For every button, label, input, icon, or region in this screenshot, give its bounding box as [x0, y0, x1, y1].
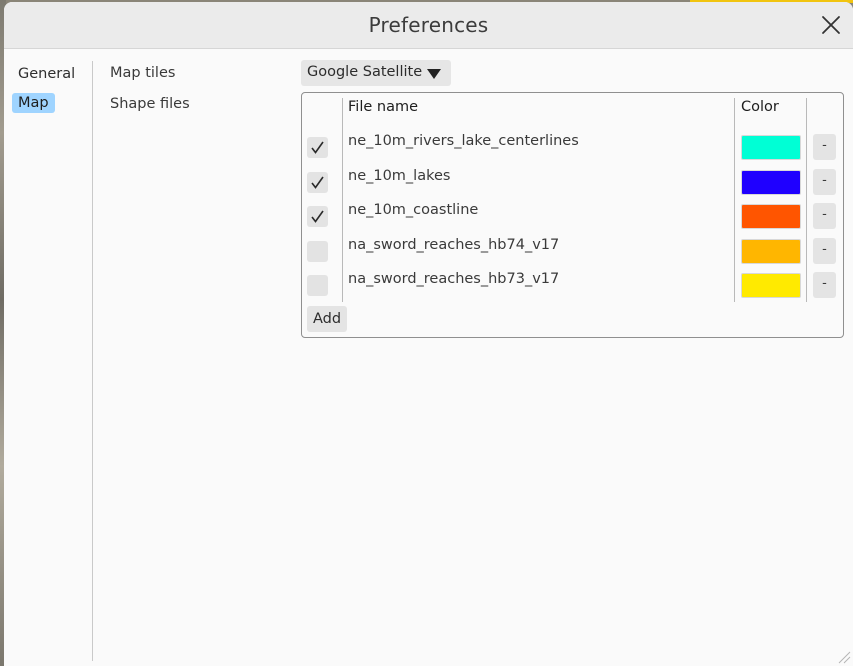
- row-remove-button[interactable]: -: [813, 203, 836, 229]
- caret-down-icon: [427, 69, 441, 79]
- check-icon: [311, 141, 324, 154]
- resize-grip-icon[interactable]: [835, 648, 851, 664]
- map-tiles-label: Map tiles: [110, 65, 176, 81]
- table-row: ne_10m_coastline -: [302, 197, 843, 231]
- row-color-swatch[interactable]: [741, 238, 801, 264]
- row-file-name: na_sword_reaches_hb74_v17: [348, 236, 560, 253]
- shape-files-label: Shape files: [110, 96, 190, 112]
- check-icon: [311, 176, 324, 189]
- check-icon: [311, 210, 324, 223]
- nav-item-map[interactable]: Map: [12, 93, 55, 113]
- row-remove-button[interactable]: -: [813, 272, 836, 298]
- row-color-swatch[interactable]: [741, 169, 801, 195]
- category-nav: General Map: [4, 49, 92, 666]
- row-visible-checkbox[interactable]: [307, 171, 328, 193]
- row-file-name: ne_10m_lakes: [348, 167, 451, 184]
- row-visible-checkbox[interactable]: [307, 240, 328, 262]
- row-color-swatch[interactable]: [741, 204, 801, 229]
- row-remove-button[interactable]: -: [813, 134, 836, 160]
- row-remove-button[interactable]: -: [813, 237, 836, 264]
- table-row: ne_10m_lakes -: [302, 163, 843, 197]
- map-tiles-value: Google Satellite: [307, 64, 423, 80]
- nav-item-general[interactable]: General: [12, 64, 81, 84]
- nav-divider: [92, 61, 93, 661]
- dialog-title: Preferences: [368, 13, 489, 37]
- row-color-swatch[interactable]: [741, 135, 801, 160]
- table-row: ne_10m_rivers_lake_centerlines -: [302, 128, 843, 162]
- dialog-content: General Map Map tiles Shape files Google…: [4, 49, 853, 666]
- add-shape-file-button[interactable]: Add: [307, 306, 348, 332]
- header-file-name: File name: [348, 99, 418, 115]
- row-file-name: na_sword_reaches_hb73_v17: [348, 271, 560, 287]
- preferences-dialog: Preferences General Map Map tiles Shape …: [4, 2, 853, 666]
- row-color-swatch[interactable]: [741, 273, 801, 298]
- title-bar: Preferences: [4, 2, 853, 49]
- row-visible-checkbox[interactable]: [307, 275, 328, 296]
- map-tiles-dropdown[interactable]: Google Satellite: [301, 60, 451, 86]
- row-remove-button[interactable]: -: [813, 168, 836, 195]
- row-visible-checkbox[interactable]: [307, 206, 328, 227]
- row-visible-checkbox[interactable]: [307, 137, 328, 158]
- table-row: na_sword_reaches_hb73_v17 -: [302, 266, 843, 300]
- row-file-name: ne_10m_rivers_lake_centerlines: [348, 133, 579, 149]
- shape-files-table: File name Color ne_10m_rivers_lake_cente…: [301, 92, 844, 338]
- row-file-name: ne_10m_coastline: [348, 202, 479, 218]
- close-icon: [822, 16, 840, 34]
- header-color: Color: [741, 99, 779, 115]
- table-row: na_sword_reaches_hb74_v17 -: [302, 232, 843, 266]
- close-button[interactable]: [819, 13, 843, 37]
